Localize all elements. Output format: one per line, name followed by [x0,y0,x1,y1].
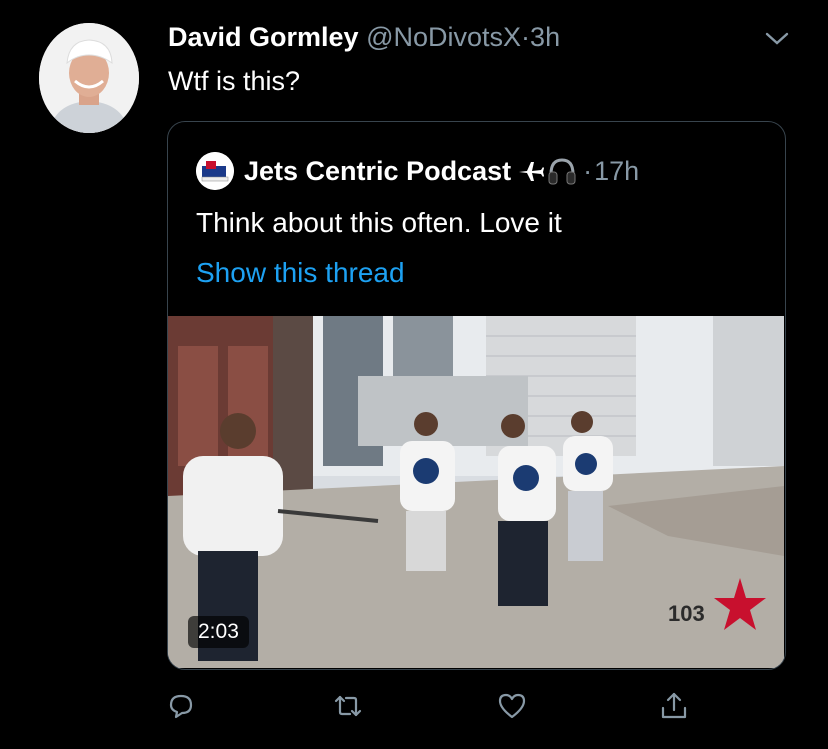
video-duration-badge: 2:03 [188,616,249,648]
like-icon[interactable] [496,690,528,722]
quoted-author-avatar[interactable] [196,152,234,190]
tweet-action-bar [0,690,828,730]
quoted-author-name[interactable]: Jets Centric Podcast [244,156,511,187]
separator-dot: · [583,155,593,186]
reply-icon[interactable] [165,690,197,722]
quoted-timestamp[interactable]: 17h [594,156,639,187]
quoted-tweet[interactable]: Jets Centric Podcast · 17h Think about th… [167,121,786,670]
author-avatar[interactable] [39,23,139,133]
name-emoji [517,156,577,186]
tweet-timestamp[interactable]: 3h [530,22,560,52]
tweet-header: David Gormley @NoDivotsX·3h [168,22,560,53]
quoted-text: Think about this often. Love it [196,207,562,238]
retweet-icon[interactable] [332,690,364,722]
tweet-text: Wtf is this? [168,66,301,96]
author-handle[interactable]: @NoDivotsX [366,22,521,52]
quoted-tweet-header: Jets Centric Podcast · 17h [196,152,639,190]
airplane-icon [519,162,545,181]
headphones-icon [548,158,576,185]
author-name[interactable]: David Gormley [168,22,359,52]
show-thread-link[interactable]: Show this thread [196,257,405,289]
separator-dot: · [521,22,531,52]
share-icon[interactable] [658,690,690,722]
video-watermark: 103 [668,601,705,626]
chevron-down-icon[interactable] [763,28,791,48]
video-player[interactable]: 103 2:03 [168,316,784,668]
